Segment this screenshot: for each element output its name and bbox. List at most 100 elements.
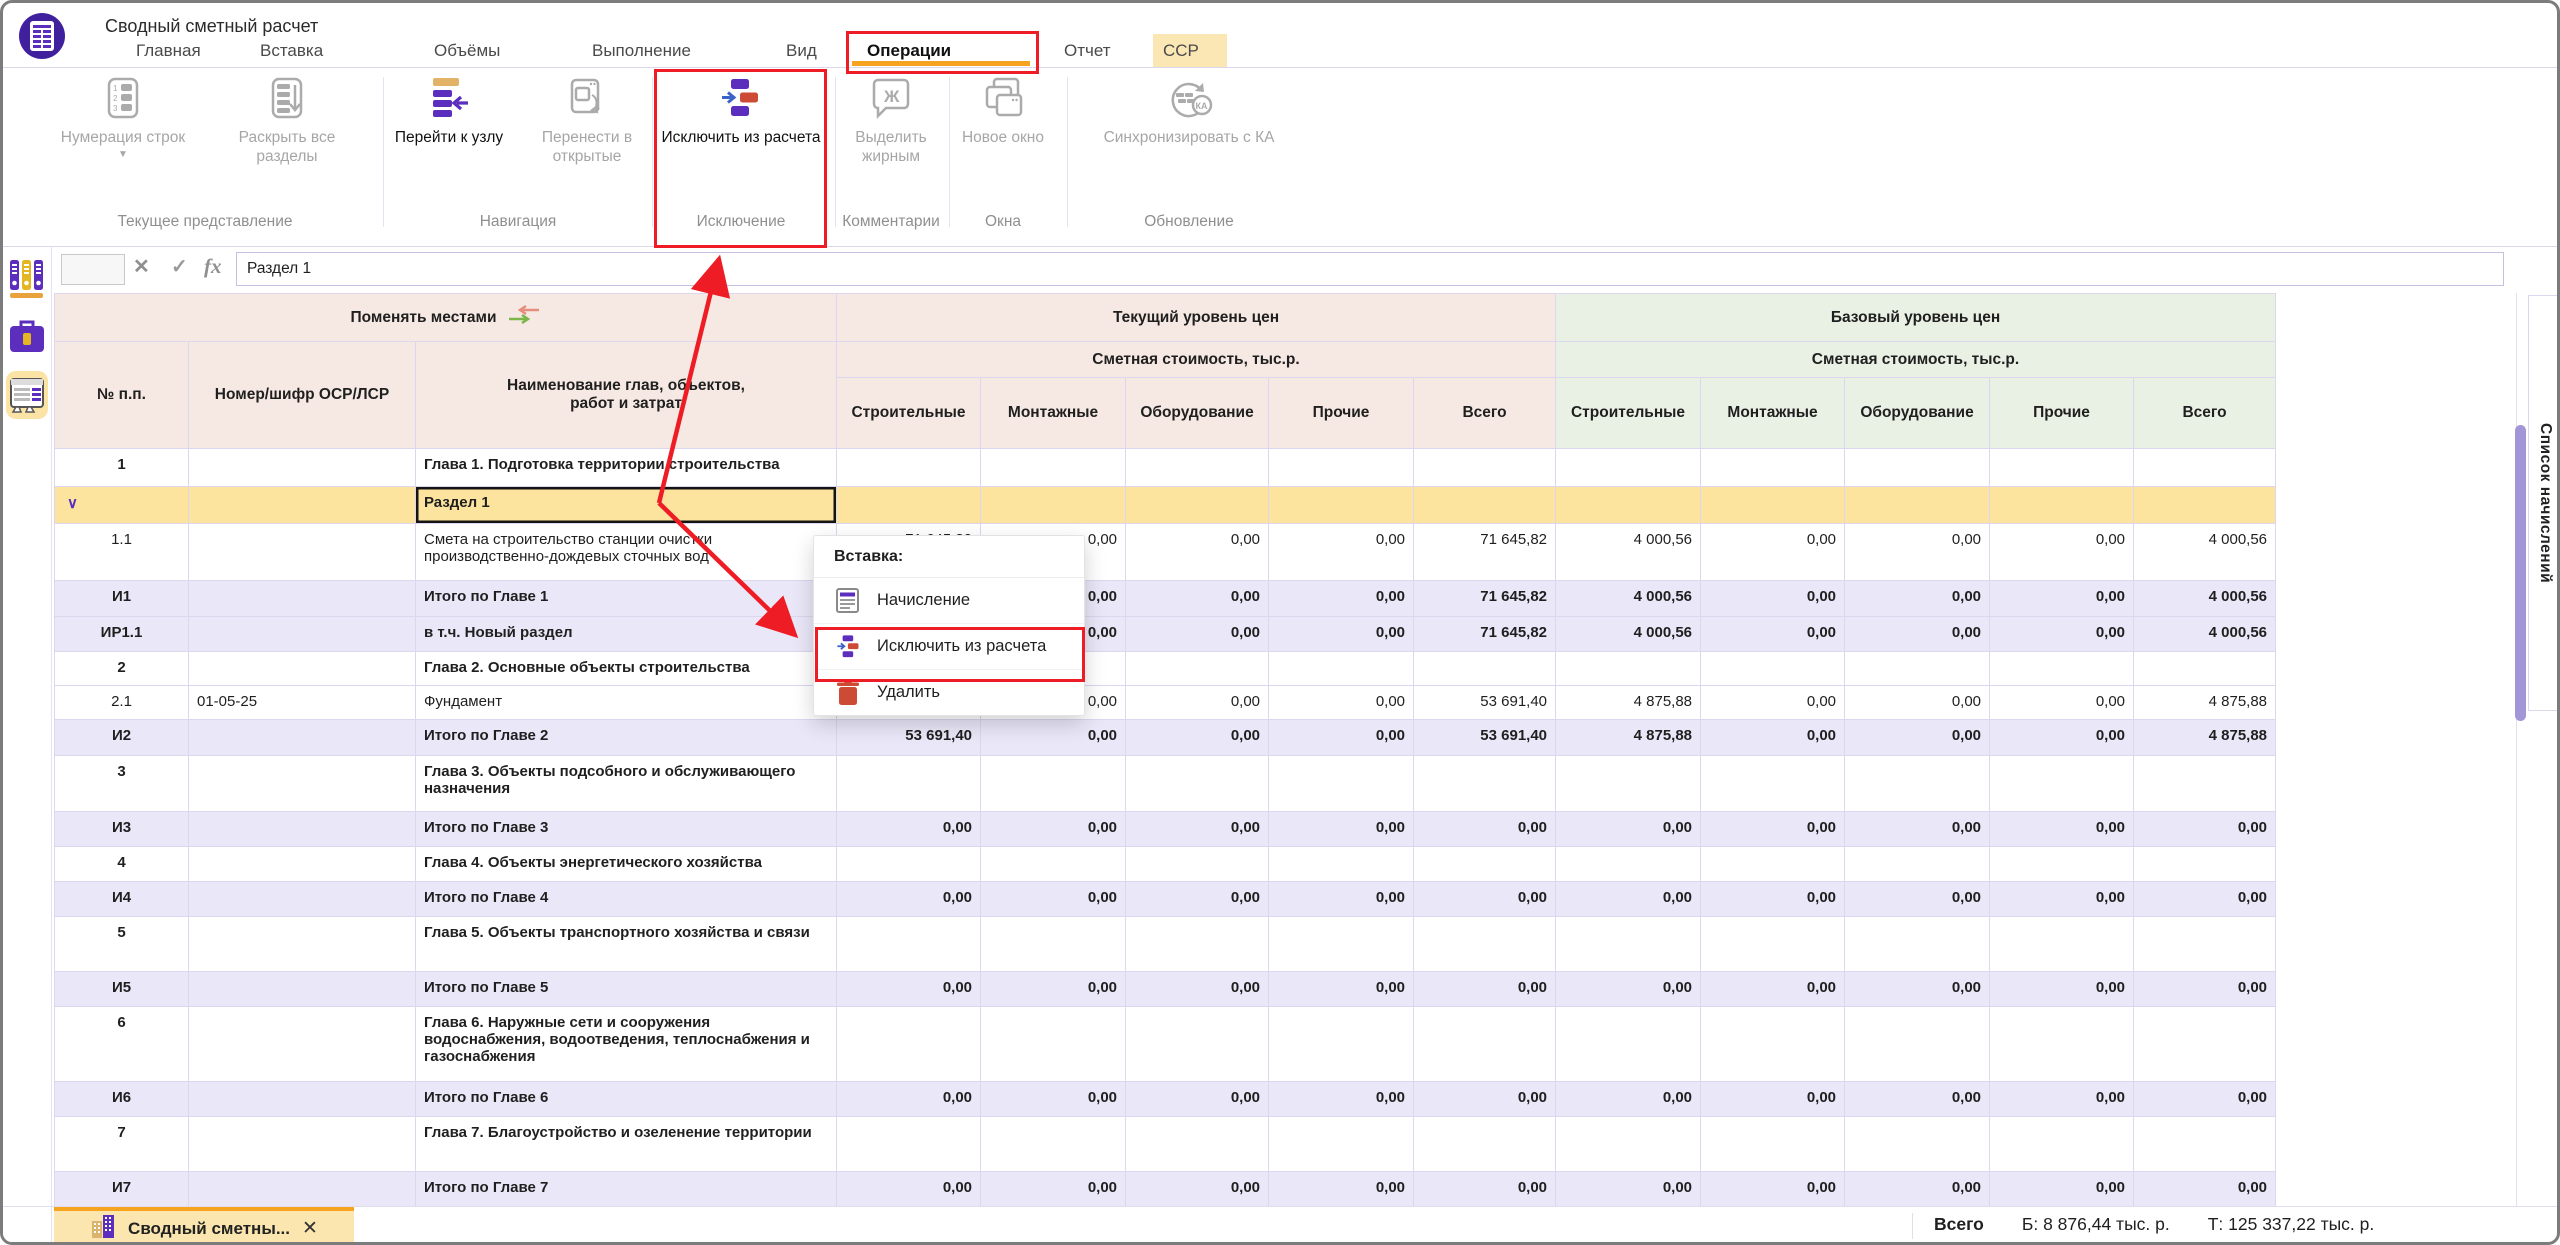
cell-value[interactable] bbox=[1990, 756, 2134, 812]
cell-name[interactable]: Фундамент bbox=[416, 686, 837, 720]
cell-value[interactable]: 0,00 bbox=[1701, 524, 1845, 581]
cell-value[interactable]: 0,00 bbox=[1126, 686, 1269, 720]
cell-num[interactable]: 2.1 bbox=[55, 686, 189, 720]
cell-code[interactable] bbox=[189, 812, 416, 847]
cell-value[interactable]: 0,00 bbox=[2134, 812, 2276, 847]
fx-icon[interactable]: fx bbox=[204, 254, 222, 279]
cell-value[interactable]: 0,00 bbox=[1556, 882, 1701, 917]
cell-num[interactable]: И3 bbox=[55, 812, 189, 847]
cell-value[interactable]: 0,00 bbox=[1701, 686, 1845, 720]
cell-value[interactable]: 4 875,88 bbox=[1556, 720, 1701, 756]
cell-value[interactable]: 0,00 bbox=[1845, 581, 1990, 617]
cell-value[interactable]: 0,00 bbox=[1269, 1082, 1414, 1117]
cell-value[interactable] bbox=[1701, 449, 1845, 487]
cell-value[interactable]: 0,00 bbox=[1269, 720, 1414, 756]
cell-value[interactable] bbox=[837, 487, 981, 524]
cell-name[interactable]: Глава 2. Основные объекты строительства bbox=[416, 652, 837, 686]
cell-value[interactable] bbox=[981, 1007, 1126, 1082]
cell-value[interactable] bbox=[1414, 1117, 1556, 1172]
cell-value[interactable] bbox=[1701, 1007, 1845, 1082]
cell-value[interactable] bbox=[981, 1117, 1126, 1172]
cell-value[interactable]: 0,00 bbox=[2134, 1172, 2276, 1207]
cell-value[interactable] bbox=[1990, 487, 2134, 524]
cell-value[interactable] bbox=[1414, 652, 1556, 686]
cell-num[interactable]: ИР1.1 bbox=[55, 617, 189, 652]
cell-value[interactable] bbox=[1414, 1007, 1556, 1082]
cell-value[interactable]: 0,00 bbox=[1126, 812, 1269, 847]
cell-num[interactable]: 1.1 bbox=[55, 524, 189, 581]
cell-value[interactable] bbox=[1126, 652, 1269, 686]
cell-value[interactable]: 53 691,40 bbox=[837, 720, 981, 756]
document-tab[interactable]: Сводный сметны... ✕ bbox=[54, 1207, 354, 1245]
cell-value[interactable]: 0,00 bbox=[1701, 720, 1845, 756]
cell-num[interactable]: 2 bbox=[55, 652, 189, 686]
cell-value[interactable]: 0,00 bbox=[981, 1082, 1126, 1117]
cell-value[interactable]: 0,00 bbox=[1126, 524, 1269, 581]
cell-value[interactable]: 71 645,82 bbox=[1414, 581, 1556, 617]
cell-value[interactable] bbox=[1414, 917, 1556, 972]
cell-value[interactable] bbox=[1845, 449, 1990, 487]
cell-name[interactable]: Глава 5. Объекты транспортного хозяйства… bbox=[416, 917, 837, 972]
cell-value[interactable]: 0,00 bbox=[1701, 1082, 1845, 1117]
cell-value[interactable] bbox=[837, 756, 981, 812]
cell-value[interactable]: 0,00 bbox=[1701, 882, 1845, 917]
cell-value[interactable]: 0,00 bbox=[2134, 1082, 2276, 1117]
cell-code[interactable] bbox=[189, 882, 416, 917]
cell-value[interactable] bbox=[1414, 449, 1556, 487]
cell-value[interactable] bbox=[1414, 847, 1556, 882]
cell-num[interactable]: ∨ bbox=[55, 487, 189, 524]
cell-value[interactable]: 0,00 bbox=[1990, 812, 2134, 847]
cell-value[interactable]: 0,00 bbox=[981, 812, 1126, 847]
cell-code[interactable] bbox=[189, 652, 416, 686]
cell-value[interactable]: 0,00 bbox=[1845, 882, 1990, 917]
cell-value[interactable] bbox=[1556, 917, 1701, 972]
cell-code[interactable] bbox=[189, 581, 416, 617]
tab-operations[interactable]: Операции bbox=[867, 41, 951, 61]
cell-value[interactable] bbox=[1269, 487, 1414, 524]
cell-value[interactable] bbox=[1556, 652, 1701, 686]
cell-value[interactable]: 0,00 bbox=[1701, 812, 1845, 847]
cell-num[interactable]: И2 bbox=[55, 720, 189, 756]
cell-value[interactable]: 0,00 bbox=[837, 1172, 981, 1207]
cell-value[interactable] bbox=[1126, 449, 1269, 487]
cell-value[interactable] bbox=[837, 847, 981, 882]
cell-value[interactable] bbox=[1269, 1007, 1414, 1082]
cell-value[interactable]: 0,00 bbox=[1414, 882, 1556, 917]
cell-value[interactable]: 53 691,40 bbox=[1414, 720, 1556, 756]
cell-name[interactable]: Итого по Главе 6 bbox=[416, 1082, 837, 1117]
expand-chevron-icon[interactable]: ∨ bbox=[67, 494, 78, 512]
cell-value[interactable]: 0,00 bbox=[1990, 882, 2134, 917]
cell-value[interactable] bbox=[1556, 449, 1701, 487]
cell-value[interactable]: 0,00 bbox=[981, 720, 1126, 756]
cell-value[interactable]: 0,00 bbox=[1701, 972, 1845, 1007]
cell-value[interactable]: 0,00 bbox=[1269, 686, 1414, 720]
cell-value[interactable]: 0,00 bbox=[1845, 972, 1990, 1007]
vertical-scrollbar[interactable] bbox=[2515, 425, 2526, 721]
cell-value[interactable] bbox=[1414, 487, 1556, 524]
cell-value[interactable] bbox=[981, 847, 1126, 882]
cell-num[interactable]: 5 bbox=[55, 917, 189, 972]
cell-value[interactable] bbox=[1701, 652, 1845, 686]
cell-value[interactable]: 0,00 bbox=[1845, 686, 1990, 720]
cell-value[interactable] bbox=[1556, 487, 1701, 524]
cell-reference-box[interactable] bbox=[61, 254, 125, 285]
cell-value[interactable]: 0,00 bbox=[1845, 1082, 1990, 1117]
cell-value[interactable]: 0,00 bbox=[1556, 972, 1701, 1007]
cell-value[interactable]: 0,00 bbox=[1990, 581, 2134, 617]
cell-value[interactable] bbox=[981, 449, 1126, 487]
cell-value[interactable] bbox=[1990, 1117, 2134, 1172]
cell-value[interactable]: 0,00 bbox=[1269, 812, 1414, 847]
cell-code[interactable] bbox=[189, 449, 416, 487]
cell-value[interactable] bbox=[1845, 652, 1990, 686]
cell-value[interactable] bbox=[2134, 487, 2276, 524]
cell-value[interactable] bbox=[2134, 917, 2276, 972]
menu-item-accrual[interactable]: Начисление bbox=[814, 578, 1084, 624]
cell-value[interactable]: 0,00 bbox=[1126, 1172, 1269, 1207]
go-to-node-button[interactable]: Перейти к узлу bbox=[387, 73, 511, 166]
cell-value[interactable]: 0,00 bbox=[1556, 1082, 1701, 1117]
cell-code[interactable] bbox=[189, 917, 416, 972]
cell-value[interactable]: 0,00 bbox=[1126, 617, 1269, 652]
cell-value[interactable]: 0,00 bbox=[1269, 1172, 1414, 1207]
cell-value[interactable]: 0,00 bbox=[1701, 1172, 1845, 1207]
cell-value[interactable] bbox=[1556, 847, 1701, 882]
